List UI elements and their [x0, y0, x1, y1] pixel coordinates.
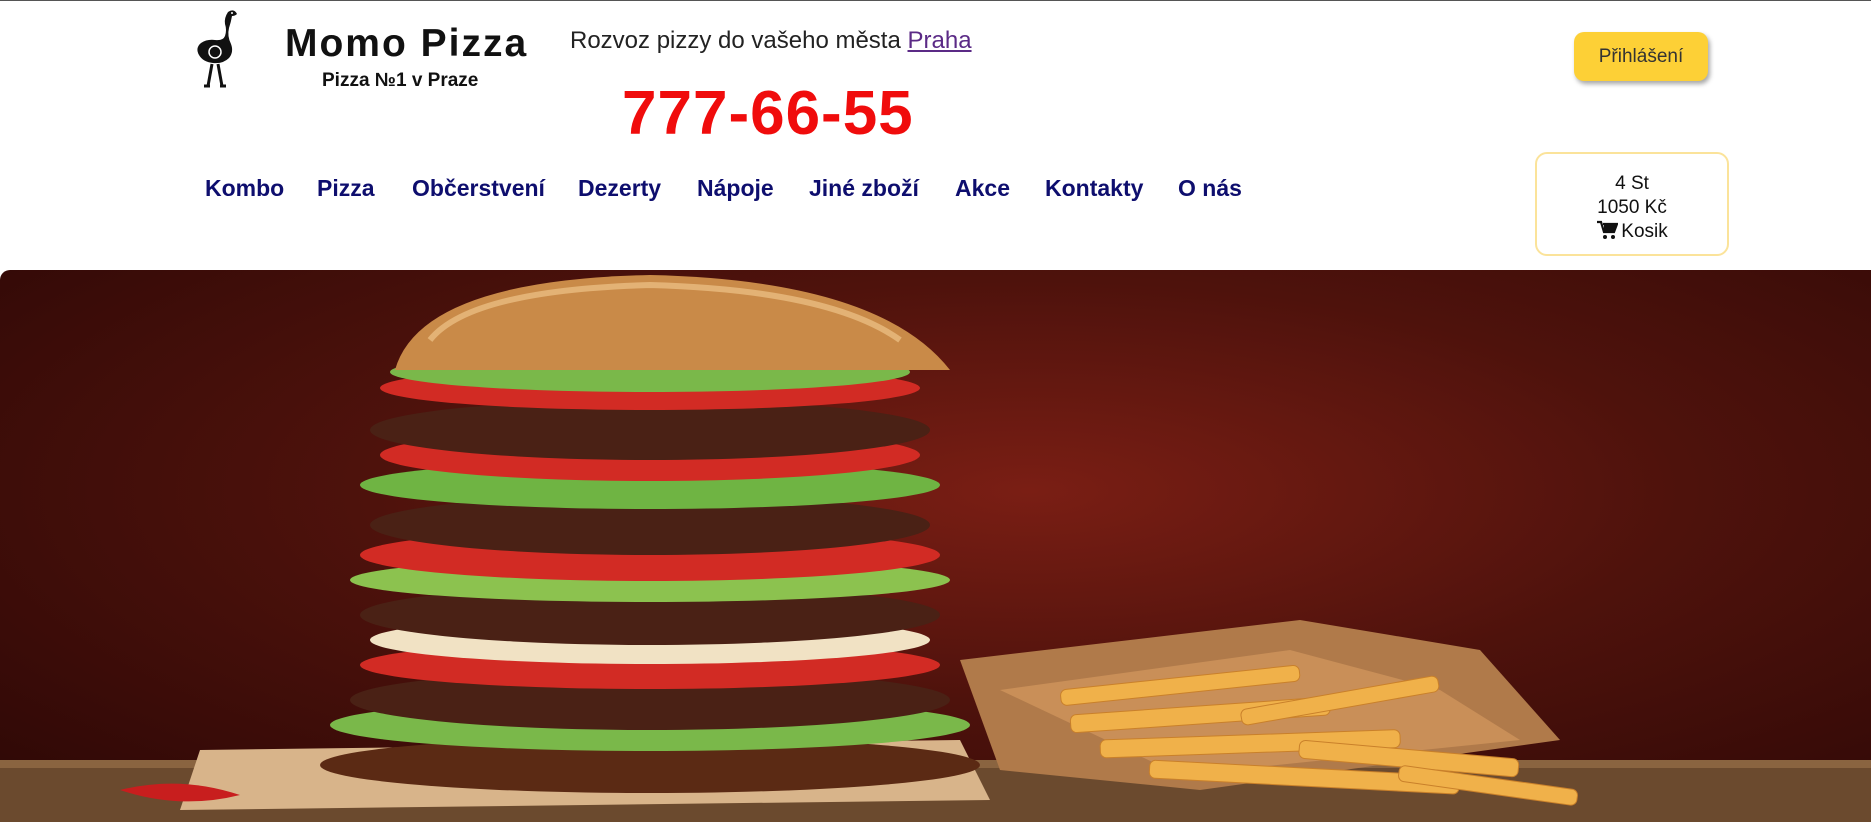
- shopping-cart-icon: [1597, 220, 1619, 239]
- nav-item-kombo[interactable]: Kombo: [205, 175, 284, 202]
- nav-item-o-nas[interactable]: O nás: [1178, 175, 1242, 202]
- nav-item-dezerty[interactable]: Dezerty: [578, 175, 661, 202]
- nav-item-pizza[interactable]: Pizza: [317, 175, 375, 202]
- login-button[interactable]: Přihlášení: [1574, 32, 1708, 81]
- nav-item-akce[interactable]: Akce: [955, 175, 1010, 202]
- cart-label-row: Kosik: [1537, 220, 1727, 244]
- hero-banner: [0, 270, 1871, 822]
- nav-item-obcerstveni[interactable]: Občerstvení: [412, 175, 545, 202]
- top-border: [0, 0, 1871, 1]
- burger-and-fries-photo: [0, 275, 1871, 822]
- delivery-text: Rozvoz pizzy do vašeho města: [570, 27, 901, 54]
- ostrich-icon[interactable]: [188, 6, 250, 88]
- delivery-info: Rozvoz pizzy do vašeho města Praha: [570, 27, 972, 55]
- nav-item-napoje[interactable]: Nápoje: [697, 175, 774, 202]
- brand-title[interactable]: Momo Pizza: [285, 22, 528, 66]
- phone-number: 777-66-55: [622, 79, 914, 148]
- cart-widget[interactable]: 4 St 1050 Kč Kosik: [1535, 152, 1729, 256]
- city-link[interactable]: Praha: [908, 27, 972, 54]
- cart-count: 4 St: [1615, 173, 1649, 194]
- cart-total: 1050 Kč: [1597, 197, 1667, 218]
- nav-item-kontakty[interactable]: Kontakty: [1045, 175, 1143, 202]
- nav-item-jine-zbozi[interactable]: Jiné zboží: [809, 175, 919, 202]
- brand-subtitle: Pizza №1 v Praze: [322, 70, 479, 91]
- cart-label: Kosik: [1621, 221, 1668, 242]
